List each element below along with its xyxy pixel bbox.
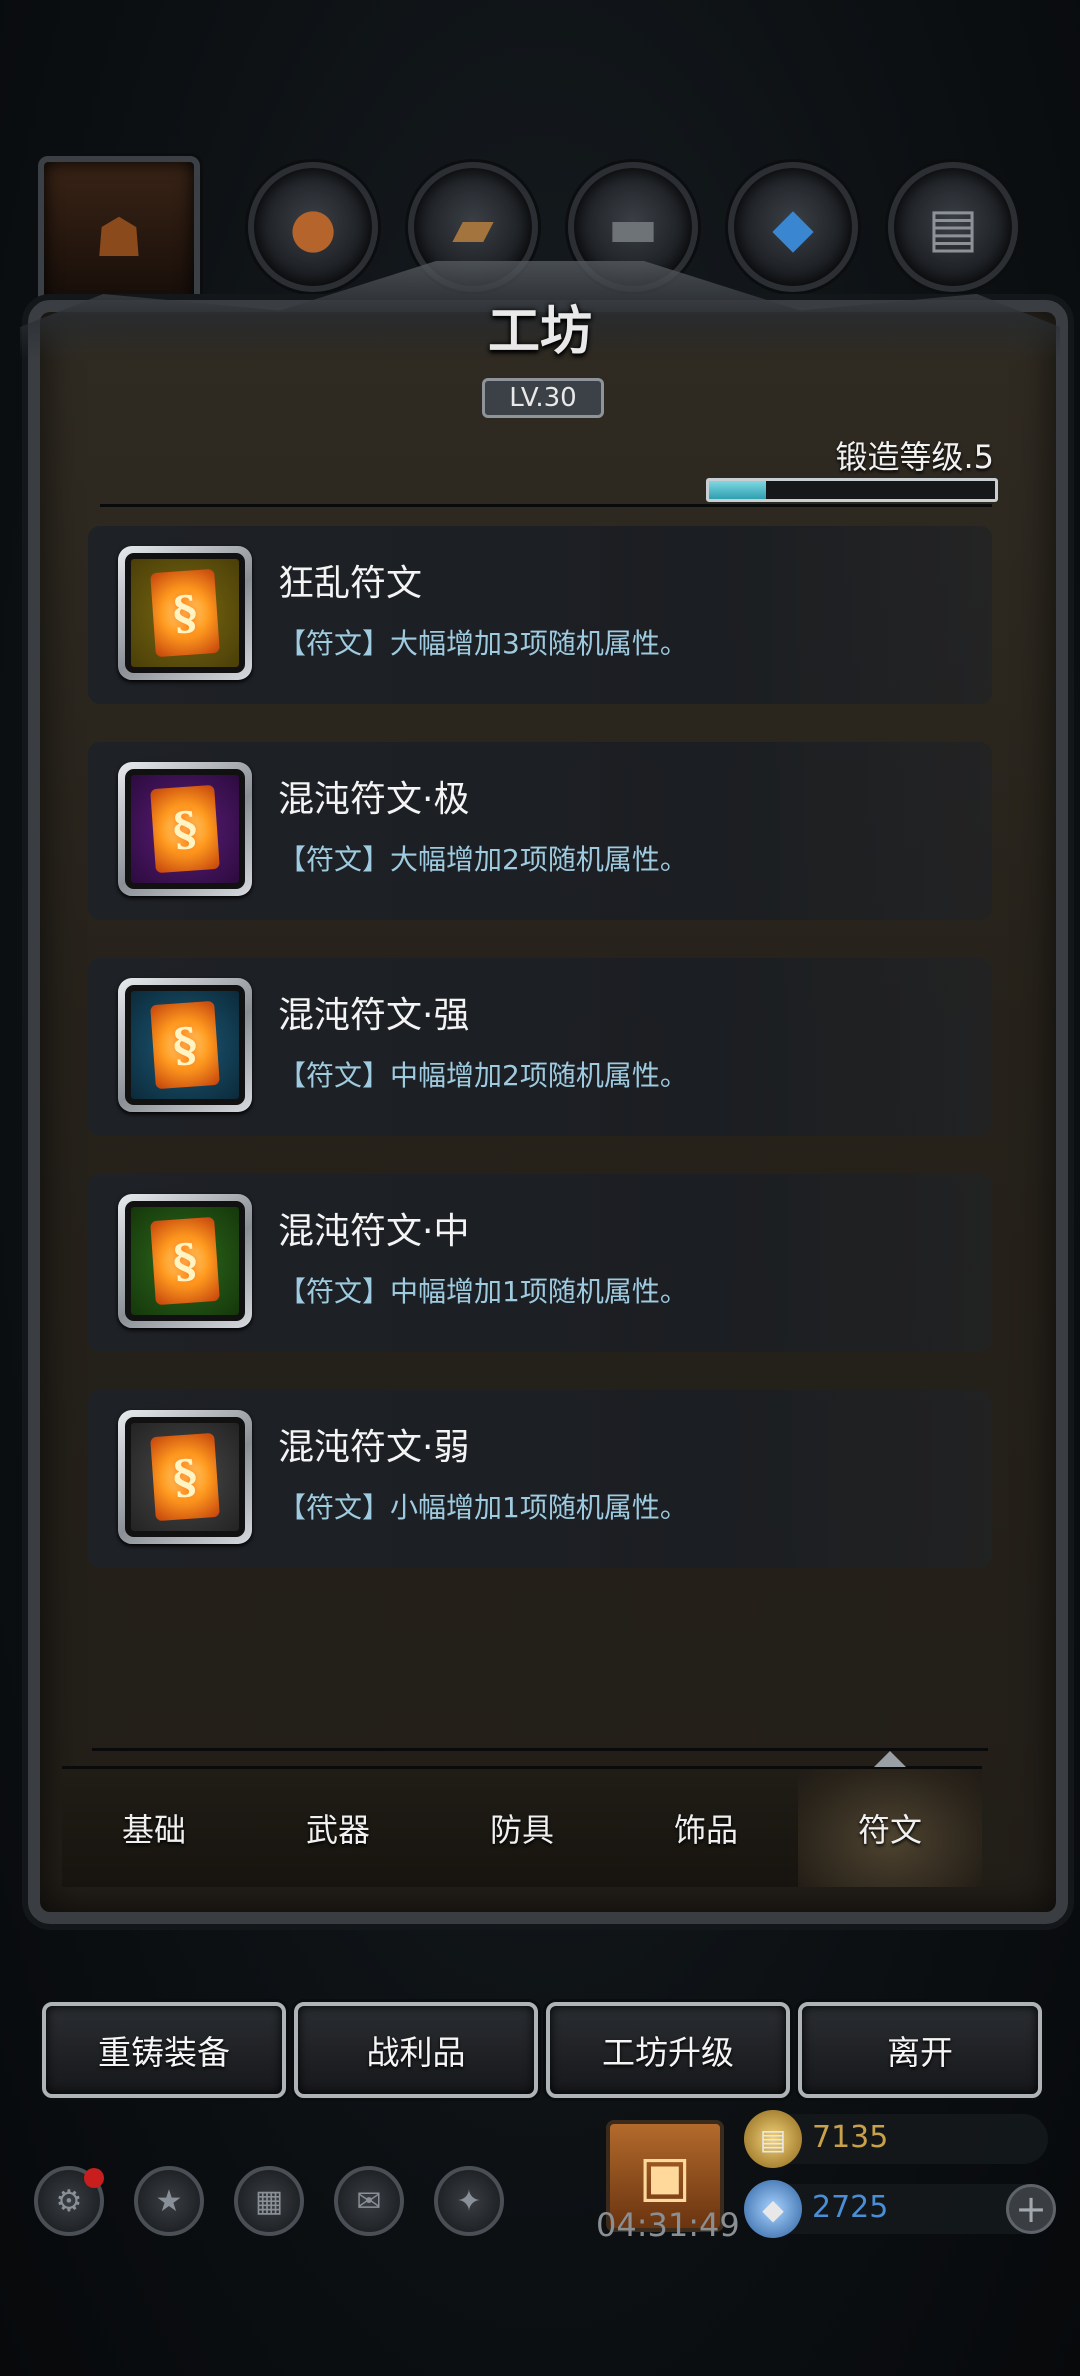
workshop-level-badge: LV.30 [482,378,604,418]
rune-quality-frame: § [125,985,245,1105]
pouch-icon: ● [289,195,337,259]
item-icon-frame: § [118,1194,252,1328]
tab-armor[interactable]: 防具 [430,1769,614,1887]
resource-tab-pouch[interactable]: ● [248,162,378,292]
rune-quality-frame: § [125,769,245,889]
list-bottom-divider [92,1748,988,1751]
forge-level-label: 锻造等级.5 [835,438,994,476]
item-description: 【符文】大幅增加2项随机属性。 [278,843,688,876]
tab-runes[interactable]: 符文 [798,1751,982,1887]
leave-button[interactable]: 离开 [798,2002,1042,2098]
add-gems-button[interactable]: + [1006,2184,1056,2234]
forge-progress-fill [709,481,767,499]
gift-timer: 04:31:49 [596,2206,740,2244]
workshop-upgrade-button[interactable]: 工坊升级 [546,2002,790,2098]
item-name: 混沌符文·强 [278,995,470,1036]
rune-scroll-icon: § [150,1216,220,1306]
loot-button[interactable]: 战利品 [294,2002,538,2098]
active-tab-marker [874,1751,906,1767]
list-item[interactable]: § 混沌符文·弱 【符文】小幅增加1项随机属性。 [88,1390,992,1568]
list-item[interactable]: § 混沌符文·中 【符文】中幅增加1项随机属性。 [88,1174,992,1352]
gold-coin-icon: ▤ [744,2110,802,2168]
item-icon-frame: § [118,762,252,896]
item-name: 混沌符文·弱 [278,1427,470,1468]
codex-icon[interactable]: ▦ [234,2166,304,2236]
item-name: 混沌符文·中 [278,1211,470,1252]
rune-quality-frame: § [125,1417,245,1537]
gold-amount: 7135 [812,2120,889,2155]
list-item[interactable]: § 混沌符文·强 【符文】中幅增加2项随机属性。 [88,958,992,1136]
forge-progress-bar [706,478,998,502]
rune-scroll-icon: § [150,784,220,874]
item-description: 【符文】小幅增加1项随机属性。 [278,1491,688,1524]
panel-title: 工坊 [487,300,592,362]
tab-basic[interactable]: 基础 [62,1769,246,1887]
rune-quality-frame: § [125,1201,245,1321]
blue-crystal-icon: ◆ [772,195,814,259]
metal-bars-icon: ▤ [927,195,979,259]
character-tab-portrait[interactable]: ☗ [38,156,200,318]
iron-ingots-icon: ▬ [607,195,659,259]
tab-accessories[interactable]: 饰品 [614,1769,798,1887]
item-description: 【符文】大幅增加3项随机属性。 [278,627,688,660]
hooded-figure-icon: ☗ [94,205,144,269]
tab-weapons[interactable]: 武器 [246,1769,430,1887]
item-icon-frame: § [118,978,252,1112]
gem-icon: ◆ [744,2180,802,2238]
mail-icon[interactable]: ✉ [334,2166,404,2236]
star-badge-icon[interactable]: ★ [134,2166,204,2236]
reforge-equipment-button[interactable]: 重铸装备 [42,2002,286,2098]
item-name: 狂乱符文 [278,563,423,604]
item-icon-frame: § [118,1410,252,1544]
list-item[interactable]: § 狂乱符文 【符文】大幅增加3项随机属性。 [88,526,992,704]
item-description: 【符文】中幅增加2项随机属性。 [278,1059,688,1092]
category-tab-bar: 基础 武器 防具 饰品 符文 [62,1751,982,1887]
rune-scroll-icon: § [150,568,220,658]
tab-runes-label: 符文 [857,1811,922,1849]
handshake-icon[interactable]: ✦ [434,2166,504,2236]
rune-quality-frame: § [125,553,245,673]
gem-amount: 2725 [812,2190,889,2225]
notification-dot [84,2168,104,2188]
resource-tab-bars[interactable]: ▤ [888,162,1018,292]
rune-scroll-icon: § [150,1432,220,1522]
rune-scroll-icon: § [150,1000,220,1090]
wood-planks-icon: ▰ [452,195,494,259]
list-item[interactable]: § 混沌符文·极 【符文】大幅增加2项随机属性。 [88,742,992,920]
resource-tab-crystal[interactable]: ◆ [728,162,858,292]
item-icon-frame: § [118,546,252,680]
item-name: 混沌符文·极 [278,779,470,820]
item-description: 【符文】中幅增加1项随机属性。 [278,1275,688,1308]
list-top-divider [100,504,992,507]
